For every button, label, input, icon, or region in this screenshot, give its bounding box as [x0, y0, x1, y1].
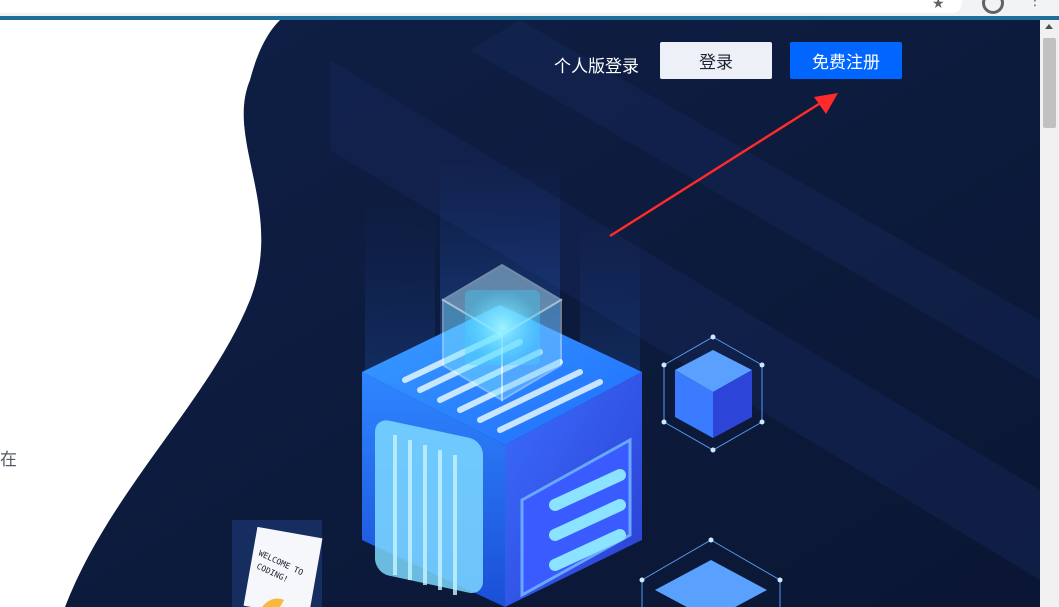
vertical-scrollbar[interactable]: [1040, 20, 1059, 607]
login-button[interactable]: 登录: [660, 42, 772, 79]
hero-illustration: WELCOME TO CODING!: [65, 20, 1040, 607]
address-bar[interactable]: [0, 0, 962, 13]
annotation-arrow: [609, 93, 838, 238]
circle-icon[interactable]: [982, 0, 1004, 14]
personal-edition-login-label[interactable]: 个人版登录: [554, 52, 639, 77]
kebab-menu-icon[interactable]: ⋮: [1028, 0, 1042, 9]
browser-toolbar: ★ ⋮: [0, 0, 1059, 20]
scroll-up-arrow-icon[interactable]: [1045, 24, 1053, 29]
scrollbar-thumb[interactable]: [1043, 38, 1056, 128]
cut-off-text: 在: [0, 450, 17, 470]
page-content: WELCOME TO CODING! 在: [0, 20, 1040, 607]
star-icon[interactable]: ★: [932, 0, 945, 12]
free-signup-button[interactable]: 免费注册: [790, 42, 902, 79]
